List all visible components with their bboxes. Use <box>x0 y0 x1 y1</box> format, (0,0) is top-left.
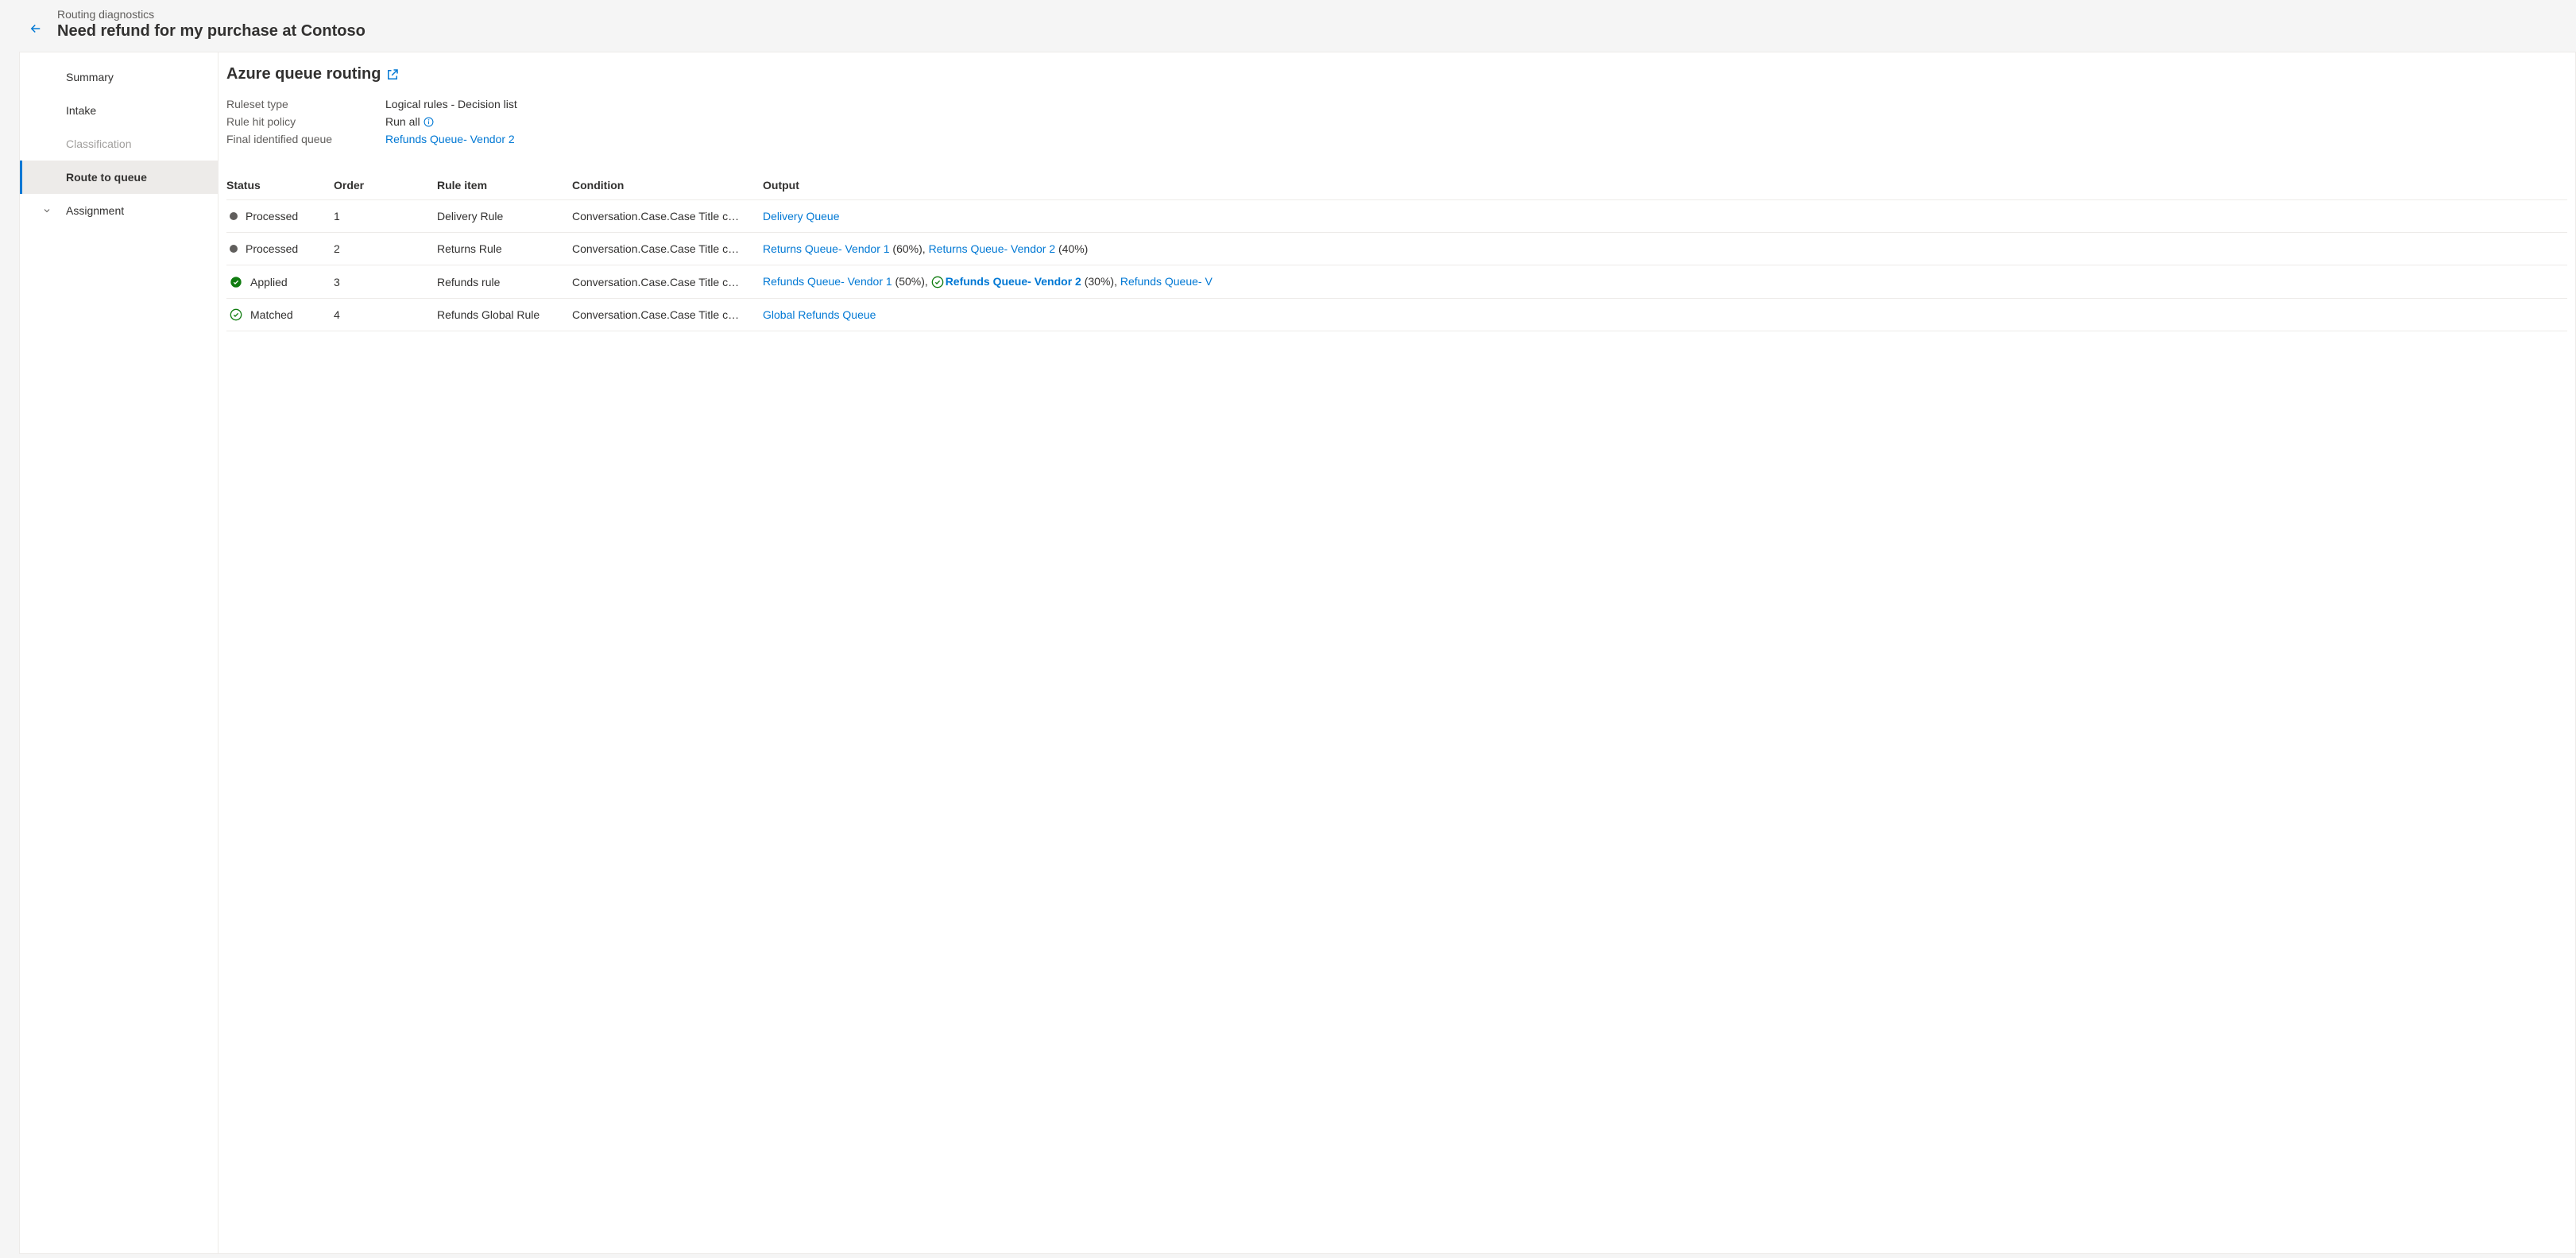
order-cell: 1 <box>334 210 437 223</box>
status-text: Processed <box>246 210 298 223</box>
table-row: Processed 1Delivery RuleConversation.Case… <box>226 200 2567 233</box>
kv-label: Final identified queue <box>226 133 385 145</box>
sidebar-item-label: Summary <box>66 71 114 83</box>
rule-item-cell: Refunds Global Rule <box>437 308 572 321</box>
output-percentage: (60%), <box>890 242 929 255</box>
sidebar-item-label: Assignment <box>66 204 124 217</box>
table-header-row: Status Order Rule item Condition Output <box>226 172 2567 200</box>
output-cell: Refunds Queue- Vendor 1 (50%), Refunds Q… <box>763 275 2567 288</box>
page-title: Need refund for my purchase at Contoso <box>57 22 366 41</box>
output-cell: Delivery Queue <box>763 210 2567 223</box>
section-title: Azure queue routing <box>226 65 381 83</box>
output-queue-link[interactable]: Refunds Queue- Vendor 1 <box>763 275 892 288</box>
info-icon[interactable] <box>424 117 434 127</box>
col-status: Status <box>226 179 334 192</box>
sidebar-item-label: Classification <box>66 137 131 150</box>
sidebar-item-intake[interactable]: Intake <box>20 94 218 127</box>
order-cell: 2 <box>334 242 437 255</box>
order-cell: 3 <box>334 276 437 288</box>
condition-cell: Conversation.Case.Case Title c… <box>572 308 763 321</box>
chevron-down-icon <box>42 206 52 215</box>
status-check-filled-icon <box>230 276 242 288</box>
output-queue-link[interactable]: Global Refunds Queue <box>763 308 876 321</box>
sidebar-item-summary[interactable]: Summary <box>20 60 218 94</box>
rule-item-cell: Refunds rule <box>437 276 572 288</box>
output-cell: Returns Queue- Vendor 1 (60%), Returns Q… <box>763 242 2567 255</box>
status-text: Processed <box>246 242 298 255</box>
rules-table: Status Order Rule item Condition Output … <box>226 172 2567 331</box>
output-queue-link[interactable]: Returns Queue- Vendor 1 <box>763 242 890 255</box>
rule-item-cell: Delivery Rule <box>437 210 572 223</box>
status-cell: Processed <box>226 210 334 223</box>
status-text: Matched <box>250 308 293 321</box>
output-queue-link[interactable]: Refunds Queue- V <box>1120 275 1213 288</box>
final-queue-link[interactable]: Refunds Queue- Vendor 2 <box>385 133 515 145</box>
kv-ruleset-type: Ruleset type Logical rules - Decision li… <box>226 98 2567 110</box>
sidebar-item-label: Intake <box>66 104 96 117</box>
order-cell: 4 <box>334 308 437 321</box>
back-arrow-icon[interactable] <box>29 14 43 36</box>
output-percentage: (40%) <box>1055 242 1088 255</box>
output-cell: Global Refunds Queue <box>763 308 2567 321</box>
col-order: Order <box>334 179 437 192</box>
sidebar-item-classification[interactable]: Classification <box>20 127 218 161</box>
output-check-icon <box>931 276 944 288</box>
kv-final-queue: Final identified queue Refunds Queue- Ve… <box>226 133 2567 145</box>
status-cell: Processed <box>226 242 334 255</box>
sidebar-item-assignment[interactable]: Assignment <box>20 194 218 227</box>
status-cell: Matched <box>226 308 334 321</box>
status-dot-icon <box>230 212 238 220</box>
output-queue-link[interactable]: Refunds Queue- Vendor 2 <box>946 275 1081 288</box>
kv-value-text: Run all <box>385 115 420 128</box>
kv-label: Rule hit policy <box>226 115 385 128</box>
condition-cell: Conversation.Case.Case Title c… <box>572 276 763 288</box>
open-external-icon[interactable] <box>385 68 400 82</box>
output-percentage: (30%), <box>1081 275 1120 288</box>
sidebar: Summary Intake Classification Route to q… <box>20 52 219 1253</box>
table-row: Applied 3Refunds ruleConversation.Case.Ca… <box>226 265 2567 299</box>
status-check-outline-icon <box>230 308 242 321</box>
section-title-row: Azure queue routing <box>226 65 2567 83</box>
kv-label: Ruleset type <box>226 98 385 110</box>
condition-cell: Conversation.Case.Case Title c… <box>572 242 763 255</box>
kv-value: Run all <box>385 115 434 128</box>
output-queue-link[interactable]: Returns Queue- Vendor 2 <box>929 242 1056 255</box>
status-text: Applied <box>250 276 288 288</box>
content-panel: Summary Intake Classification Route to q… <box>19 52 2576 1254</box>
main-content: Azure queue routing Ruleset type Logical… <box>219 52 2575 1253</box>
rule-item-cell: Returns Rule <box>437 242 572 255</box>
col-condition: Condition <box>572 179 763 192</box>
condition-cell: Conversation.Case.Case Title c… <box>572 210 763 223</box>
output-queue-link[interactable]: Delivery Queue <box>763 210 840 223</box>
sidebar-item-label: Route to queue <box>66 171 147 184</box>
output-percentage: (50%), <box>892 275 931 288</box>
table-row: Matched 4Refunds Global RuleConversation.… <box>226 299 2567 331</box>
table-row: Processed 2Returns RuleConversation.Case.… <box>226 233 2567 265</box>
kv-rule-hit-policy: Rule hit policy Run all <box>226 115 2567 128</box>
col-output: Output <box>763 179 2567 192</box>
breadcrumb: Routing diagnostics <box>57 8 366 21</box>
kv-value: Logical rules - Decision list <box>385 98 517 110</box>
page-header: Routing diagnostics Need refund for my p… <box>0 0 2576 52</box>
col-rule-item: Rule item <box>437 179 572 192</box>
sidebar-item-route-to-queue[interactable]: Route to queue <box>20 161 218 194</box>
status-dot-icon <box>230 245 238 253</box>
status-cell: Applied <box>226 276 334 288</box>
